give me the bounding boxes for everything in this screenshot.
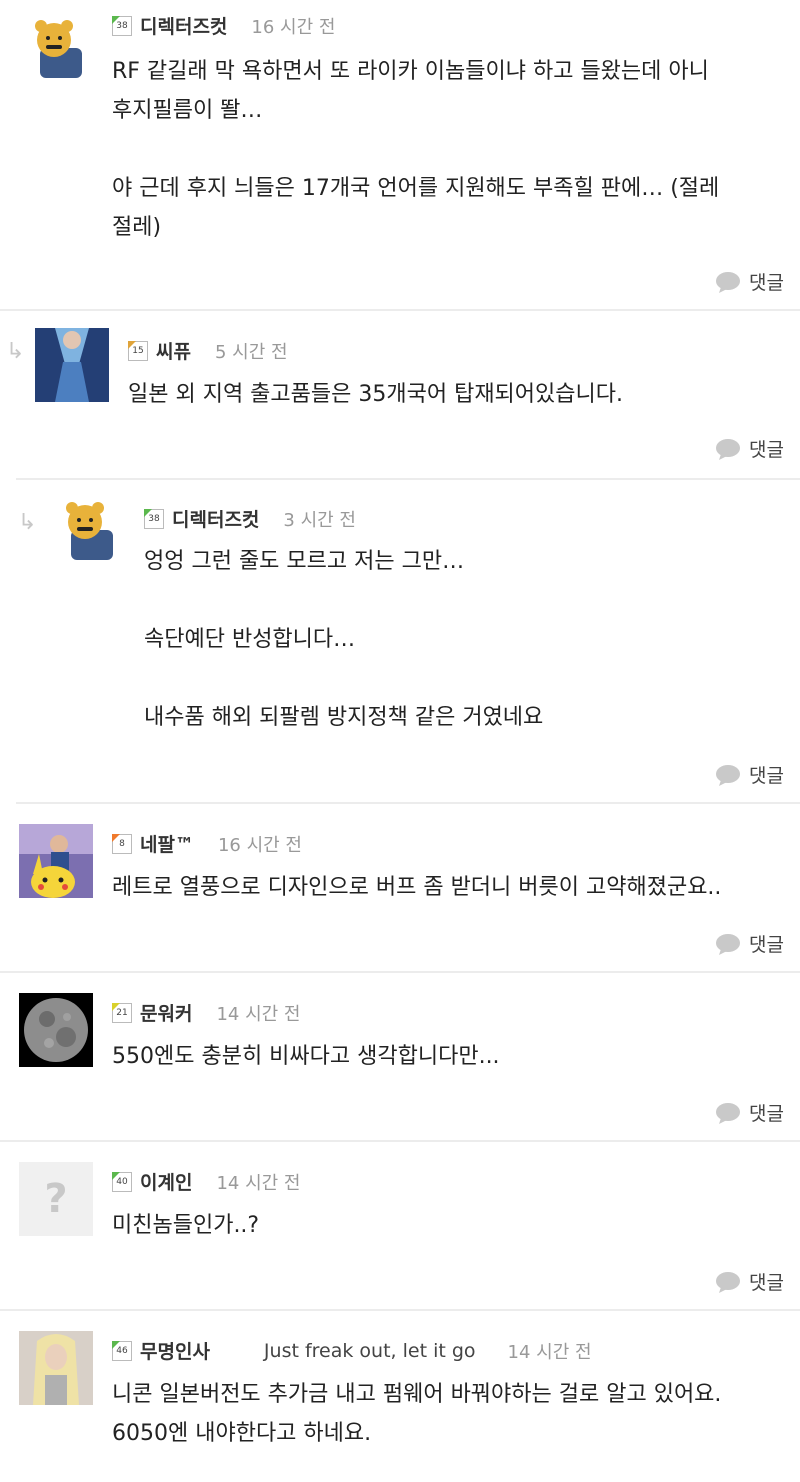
- comment-body: 미친놈들인가..?: [112, 1213, 260, 1238]
- timestamp: 14 시간 전: [216, 1172, 301, 1194]
- reply-label: 댓글: [749, 439, 784, 461]
- nickname[interactable]: 씨퓨: [156, 337, 191, 364]
- avatar[interactable]: [19, 1331, 93, 1405]
- nickname[interactable]: 디렉터즈컷: [172, 505, 259, 532]
- level-badge: 21: [112, 1002, 132, 1023]
- nickname[interactable]: 디렉터즈컷: [140, 12, 227, 39]
- avatar[interactable]: [19, 824, 93, 898]
- comment-meta: 38 디렉터즈컷 3 시간 전: [144, 505, 356, 532]
- comment: 8 네팔™ 16 시간 전 레트로 열풍으로 디자인으로 버프 좀 받더니 버릇…: [0, 804, 800, 973]
- nickname[interactable]: 이계인: [140, 1168, 192, 1195]
- comment-body: 엉엉 그런 줄도 모르고 저는 그만… 속단예단 반성합니다… 내수품 해외 되…: [144, 549, 544, 730]
- speech-bubble-icon: [716, 933, 741, 955]
- comment: ↳ 38 디렉터즈컷 3 시간 전 엉엉 그런 줄도 모르고 저는 그만… 속단…: [16, 480, 800, 804]
- timestamp: 16 시간 전: [251, 16, 336, 38]
- reply-button[interactable]: 댓글: [715, 435, 784, 462]
- comment-meta: 21 문워커 14 시간 전: [112, 999, 300, 1026]
- level-badge: 38: [144, 508, 164, 529]
- comment-meta: 40 이계인 14 시간 전: [112, 1168, 300, 1195]
- nickname[interactable]: 무명인사: [140, 1337, 210, 1364]
- avatar[interactable]: ?: [19, 1162, 93, 1236]
- avatar[interactable]: [35, 328, 109, 402]
- default-avatar-question-icon: ?: [44, 1176, 68, 1222]
- comment: 38 디렉터즈컷 16 시간 전 RF 같길래 막 욕하면서 또 라이카 이놈들…: [0, 0, 800, 311]
- reply-button[interactable]: 댓글: [715, 761, 784, 788]
- comment-body: RF 같길래 막 욕하면서 또 라이카 이놈들이냐 하고 들왔는데 아니 후지필…: [112, 59, 720, 240]
- level-badge: 46: [112, 1340, 132, 1361]
- level-badge: 40: [112, 1171, 132, 1192]
- comment-body: 일본 외 지역 출고품들은 35개국어 탑재되어있습니다.: [128, 382, 623, 407]
- level-badge: 15: [128, 340, 148, 361]
- comment-body: 550엔도 충분히 비싸다고 생각합니다만...: [112, 1044, 500, 1069]
- nickname[interactable]: 문워커: [140, 999, 192, 1026]
- reply-button[interactable]: 댓글: [715, 268, 784, 295]
- timestamp: 3 시간 전: [283, 509, 356, 531]
- level-badge: 38: [112, 15, 132, 36]
- reply-label: 댓글: [749, 1103, 784, 1125]
- reply-arrow-icon: ↳: [6, 339, 25, 364]
- reply-arrow-icon: ↳: [18, 510, 37, 535]
- timestamp: 14 시간 전: [216, 1003, 301, 1025]
- comment-meta: 15 씨퓨 5 시간 전: [128, 337, 288, 364]
- comment-body: 니콘 일본버전도 추가금 내고 펌웨어 바꿔야하는 걸로 알고 있어요. 605…: [112, 1382, 722, 1446]
- nickname[interactable]: 네팔™: [140, 830, 194, 857]
- timestamp: 5 시간 전: [214, 341, 288, 363]
- comment-meta: 38 디렉터즈컷 16 시간 전: [112, 12, 335, 39]
- reply-label: 댓글: [749, 272, 784, 294]
- timestamp: 14 시간 전: [507, 1341, 592, 1363]
- speech-bubble-icon: [716, 438, 741, 460]
- comment: ? 40 이계인 14 시간 전 미친놈들인가..? 댓글: [0, 1142, 800, 1311]
- reply-label: 댓글: [749, 765, 784, 787]
- reply-button[interactable]: 댓글: [715, 930, 784, 957]
- comment-meta: 8 네팔™ 16 시간 전: [112, 830, 302, 857]
- level-badge: 8: [112, 833, 132, 854]
- comment-body: 레트로 열풍으로 디자인으로 버프 좀 받더니 버릇이 고약해졌군요..: [112, 875, 722, 900]
- avatar[interactable]: [51, 492, 125, 566]
- speech-bubble-icon: [716, 271, 741, 293]
- comment: 21 문워커 14 시간 전 550엔도 충분히 비싸다고 생각합니다만... …: [0, 973, 800, 1142]
- reply-button[interactable]: 댓글: [715, 1268, 784, 1295]
- comment: 46 무명인사 Just freak out, let it go 14 시간 …: [0, 1311, 800, 1482]
- timestamp: 16 시간 전: [217, 834, 302, 856]
- avatar[interactable]: [19, 993, 93, 1067]
- speech-bubble-icon: [716, 1102, 741, 1124]
- speech-bubble-icon: [716, 1271, 741, 1293]
- comment-meta: 46 무명인사 Just freak out, let it go 14 시간 …: [112, 1337, 592, 1364]
- reply-label: 댓글: [749, 1272, 784, 1294]
- status-message: Just freak out, let it go: [263, 1339, 476, 1362]
- reply-label: 댓글: [749, 934, 784, 956]
- speech-bubble-icon: [716, 764, 741, 786]
- reply-button[interactable]: 댓글: [715, 1099, 784, 1126]
- avatar[interactable]: [20, 10, 94, 84]
- comment: ↳ 15 씨퓨 5 시간 전 일본 외 지역 출고품들은 35개국어 탑재되어있…: [6, 311, 800, 480]
